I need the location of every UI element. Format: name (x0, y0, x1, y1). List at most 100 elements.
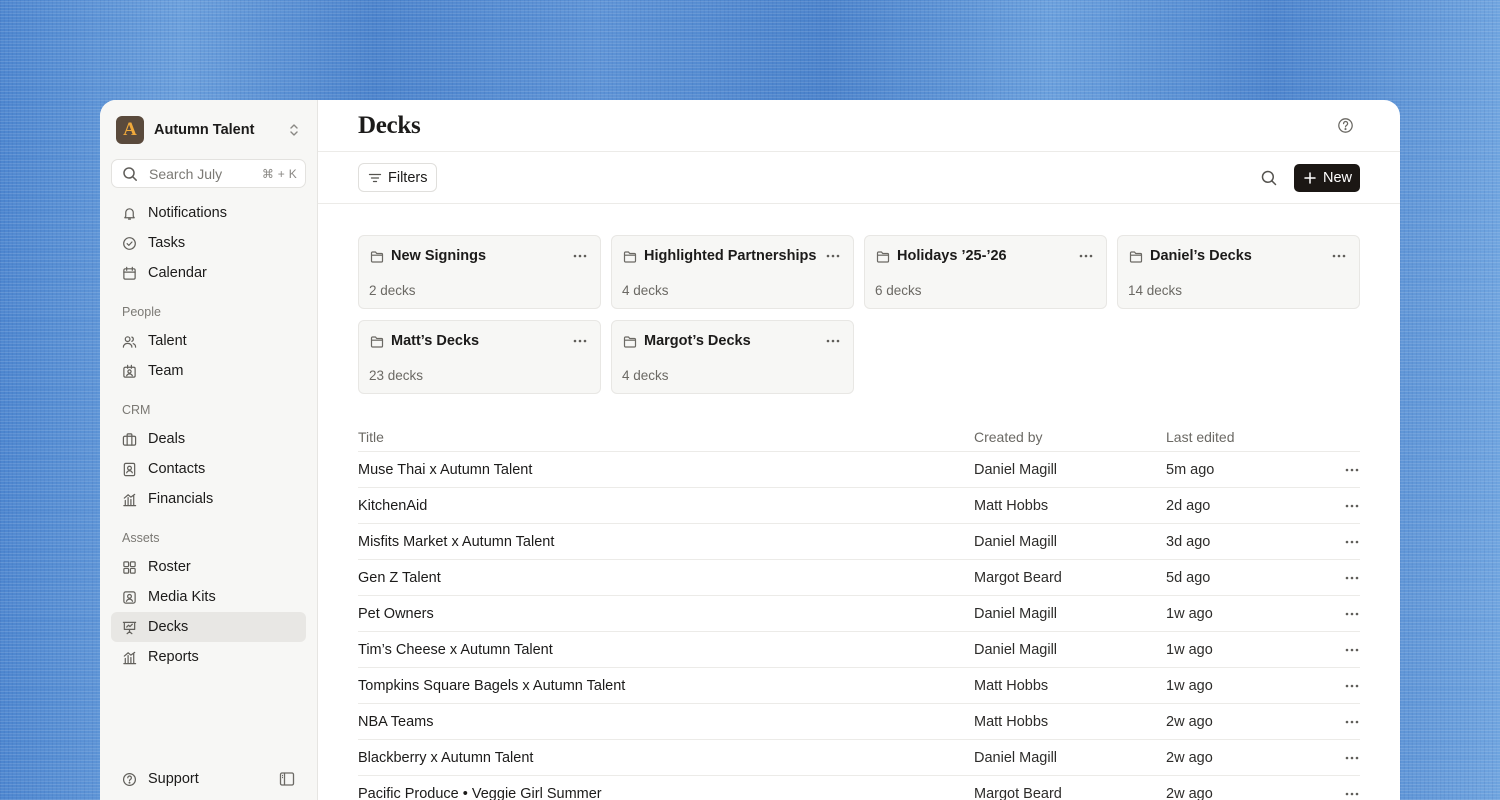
deck-title: Pacific Produce • Veggie Girl Summer (358, 785, 602, 800)
more-horizontal-icon[interactable] (1344, 606, 1360, 622)
search-icon[interactable] (1260, 169, 1278, 187)
table-row[interactable]: Tompkins Square Bagels x Autumn Talent Ma… (358, 668, 1360, 704)
sidebar-item-label: Reports (148, 649, 199, 665)
deck-title: Tim’s Cheese x Autumn Talent (358, 641, 553, 658)
table-row[interactable]: KitchenAid Matt Hobbs 2d ago (358, 488, 1360, 524)
folder-name: New Signings (391, 248, 487, 264)
folder-grid: New Signings 2 decks Highlighted Partner… (318, 204, 1400, 394)
deck-created-by: Margot Beard (974, 785, 1062, 800)
help-circle-icon (122, 772, 137, 787)
folder-card[interactable]: Holidays ’25-’26 6 decks (864, 235, 1107, 309)
plus-icon (1303, 171, 1317, 185)
sidebar-item-calendar[interactable]: Calendar (111, 258, 306, 288)
deck-last-edited: 1w ago (1166, 677, 1213, 694)
folder-name: Margot’s Decks (644, 333, 751, 349)
deck-title: KitchenAid (358, 497, 428, 514)
sidebar-item-contacts[interactable]: Contacts (111, 454, 306, 484)
column-header-last-edited[interactable]: Last edited (1166, 429, 1336, 445)
presentation-icon (122, 620, 137, 635)
app-window: A Autumn Talent Search July ⌘ + K Notifi… (100, 100, 1400, 800)
deck-created-by: Daniel Magill (974, 605, 1058, 622)
more-horizontal-icon[interactable] (1344, 462, 1360, 478)
folder-card[interactable]: Margot’s Decks 4 decks (611, 320, 854, 394)
table-row[interactable]: Pacific Produce • Veggie Girl Summer Marg… (358, 776, 1360, 800)
deck-title: Gen Z Talent (358, 569, 441, 586)
folder-card[interactable]: Highlighted Partnerships 4 decks (611, 235, 854, 309)
column-header-title[interactable]: Title (358, 429, 974, 445)
more-horizontal-icon[interactable] (1344, 678, 1360, 694)
sidebar-item-team[interactable]: Team (111, 356, 306, 386)
sidebar-toggle-icon[interactable] (279, 771, 295, 787)
table-row[interactable]: Muse Thai x Autumn Talent Daniel Magill 5m… (358, 452, 1360, 488)
sidebar: A Autumn Talent Search July ⌘ + K Notifi… (100, 100, 318, 800)
more-horizontal-icon[interactable] (1331, 248, 1347, 264)
bell-icon (122, 206, 137, 221)
deck-last-edited: 2w ago (1166, 713, 1213, 730)
check-circle-icon (122, 236, 137, 251)
more-horizontal-icon[interactable] (1344, 786, 1360, 800)
deck-last-edited: 5d ago (1166, 569, 1211, 586)
table-row[interactable]: Gen Z Talent Margot Beard 5d ago (358, 560, 1360, 596)
table-row[interactable]: Pet Owners Daniel Magill 1w ago (358, 596, 1360, 632)
sidebar-item-tasks[interactable]: Tasks (111, 228, 306, 258)
deck-title: Muse Thai x Autumn Talent (358, 461, 533, 478)
deck-created-by: Daniel Magill (974, 749, 1058, 766)
sidebar-item-reports[interactable]: Reports (111, 642, 306, 672)
new-button-label: New (1322, 169, 1352, 186)
deck-title: Blackberry x Autumn Talent (358, 749, 534, 766)
sidebar-footer: Support (111, 764, 306, 794)
sidebar-item-label: Contacts (148, 461, 206, 477)
folder-card[interactable]: Matt’s Decks 23 decks (358, 320, 601, 394)
folder-icon (623, 335, 637, 349)
sidebar-item-deals[interactable]: Deals (111, 424, 306, 454)
more-horizontal-icon[interactable] (1344, 570, 1360, 586)
deck-created-by: Matt Hobbs (974, 713, 1049, 730)
deck-title: Pet Owners (358, 605, 434, 622)
more-horizontal-icon[interactable] (572, 248, 588, 264)
more-horizontal-icon[interactable] (1344, 498, 1360, 514)
workspace-switcher[interactable]: A Autumn Talent (111, 115, 306, 145)
sidebar-item-label: Talent (148, 333, 187, 349)
deck-created-by: Daniel Magill (974, 533, 1058, 550)
more-horizontal-icon[interactable] (1344, 534, 1360, 550)
sidebar-item-label: Deals (148, 431, 186, 447)
support-link[interactable]: Support (148, 771, 279, 787)
table-row[interactable]: Blackberry x Autumn Talent Daniel Magill 2… (358, 740, 1360, 776)
bar-chart-icon (122, 650, 137, 665)
sidebar-item-media-kits[interactable]: Media Kits (111, 582, 306, 612)
search-input[interactable]: Search July ⌘ + K (111, 159, 306, 188)
more-horizontal-icon[interactable] (1078, 248, 1094, 264)
column-header-created-by[interactable]: Created by (974, 429, 1166, 445)
more-horizontal-icon[interactable] (1344, 714, 1360, 730)
more-horizontal-icon[interactable] (572, 333, 588, 349)
page-header: Decks (318, 100, 1400, 152)
more-horizontal-icon[interactable] (825, 248, 841, 264)
folder-card[interactable]: Daniel’s Decks 14 decks (1117, 235, 1360, 309)
sidebar-item-decks[interactable]: Decks (111, 612, 306, 642)
contact-card-icon (122, 462, 137, 477)
more-horizontal-icon[interactable] (1344, 750, 1360, 766)
filters-button[interactable]: Filters (358, 163, 438, 192)
sidebar-item-notifications[interactable]: Notifications (111, 198, 306, 228)
more-horizontal-icon[interactable] (1344, 642, 1360, 658)
decks-table: Title Created by Last edited Muse Thai x… (358, 422, 1360, 800)
folder-card[interactable]: New Signings 2 decks (358, 235, 601, 309)
deck-created-by: Margot Beard (974, 569, 1062, 586)
bar-chart-icon (122, 492, 137, 507)
sidebar-item-talent[interactable]: Talent (111, 326, 306, 356)
table-row[interactable]: Misfits Market x Autumn Talent Daniel Mag… (358, 524, 1360, 560)
new-deck-button[interactable]: New (1293, 163, 1360, 192)
sidebar-item-label: Decks (148, 619, 189, 635)
deck-title: NBA Teams (358, 713, 434, 730)
folder-icon (1129, 250, 1143, 264)
table-row[interactable]: NBA Teams Matt Hobbs 2w ago (358, 704, 1360, 740)
search-icon (122, 166, 138, 182)
table-row[interactable]: Tim’s Cheese x Autumn Talent Daniel Magil… (358, 632, 1360, 668)
sidebar-item-financials[interactable]: Financials (111, 484, 306, 514)
folder-name: Highlighted Partnerships (644, 248, 817, 264)
grid-icon (122, 560, 137, 575)
deck-last-edited: 1w ago (1166, 605, 1213, 622)
sidebar-item-roster[interactable]: Roster (111, 552, 306, 582)
help-circle-icon[interactable] (1337, 117, 1354, 134)
more-horizontal-icon[interactable] (825, 333, 841, 349)
